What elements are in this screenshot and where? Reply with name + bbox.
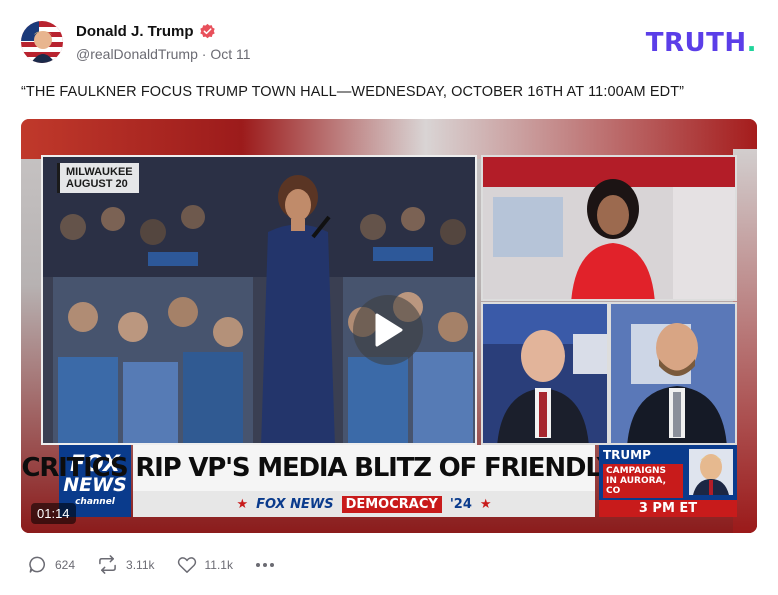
like-button[interactable]: 11.1k <box>177 556 233 574</box>
location-tag-city: MILWAUKEE <box>66 166 133 178</box>
news-lower-third: FOX NEWS channel CRITICS RIP VP'S MEDIA … <box>21 445 737 517</box>
studio-top-panel <box>21 119 757 159</box>
video-player[interactable]: MILWAUKEE AUGUST 20 FOX NEWS channel CRI… <box>21 119 757 533</box>
location-tag-date: AUGUST 20 <box>66 178 128 190</box>
author-name[interactable]: Donald J. Trump <box>76 23 194 40</box>
like-count: 11.1k <box>204 557 233 572</box>
post-actions: 624 3.11k 11.1k <box>28 555 275 574</box>
ticker-star-icon: ★ <box>479 496 492 512</box>
author-name-row[interactable]: Donald J. Trump <box>76 23 216 40</box>
fox-logo-line3: channel <box>75 497 115 507</box>
guest-feed-panel-right <box>609 302 737 445</box>
retruth-button[interactable]: 3.11k <box>97 555 155 574</box>
retruth-count: 3.11k <box>126 557 155 572</box>
post-text: “THE FAULKNER FOCUS TRUMP TOWN HALL—WEDN… <box>21 84 685 100</box>
more-icon <box>255 562 274 567</box>
news-ticker: ★ FOX NEWS DEMOCRACY '24 ★ <box>133 491 595 517</box>
ticker-network: FOX NEWS <box>256 496 334 512</box>
play-icon <box>375 313 403 347</box>
campaign-promo-box: TRUMP CAMPAIGNS IN AURORA, CO 3 PM ET <box>599 445 737 517</box>
truth-logo[interactable]: TRUTH. <box>646 28 757 58</box>
reply-button[interactable]: 624 <box>28 555 75 574</box>
promo-portrait <box>689 449 733 495</box>
ticker-segment: DEMOCRACY <box>341 495 442 513</box>
video-duration: 01:14 <box>31 503 76 524</box>
ticker-star-icon: ★ <box>236 496 249 512</box>
reply-icon <box>29 556 45 573</box>
truth-logo-text: TRUTH <box>645 28 747 58</box>
news-headline: CRITICS RIP VP'S MEDIA BLITZ OF FRIENDLY… <box>21 445 708 491</box>
anchor-feed-panel <box>481 155 737 301</box>
promo-name: TRUMP <box>603 448 651 462</box>
reply-count: 624 <box>55 557 76 572</box>
meta-separator: · <box>201 46 207 62</box>
truth-logo-dot: . <box>746 28 757 58</box>
more-options-button[interactable] <box>255 562 275 568</box>
location-tag: MILWAUKEE AUGUST 20 <box>57 163 139 193</box>
play-button[interactable] <box>353 295 423 365</box>
ticker-year: '24 <box>449 496 472 512</box>
guest-feed-panel-left <box>481 302 609 445</box>
promo-subtitle: CAMPAIGNS IN AURORA, CO <box>603 464 683 498</box>
like-icon <box>177 556 196 573</box>
author-handle[interactable]: @realDonaldTrump <box>76 46 198 62</box>
author-meta: @realDonaldTrump · Oct 11 <box>76 46 251 62</box>
promo-time: 3 PM ET <box>599 500 737 517</box>
post-date[interactable]: Oct 11 <box>210 46 250 62</box>
avatar[interactable] <box>21 21 63 63</box>
rally-feed-panel: MILWAUKEE AUGUST 20 <box>41 155 477 445</box>
retruth-icon <box>99 555 116 574</box>
verified-badge-icon <box>199 23 215 39</box>
